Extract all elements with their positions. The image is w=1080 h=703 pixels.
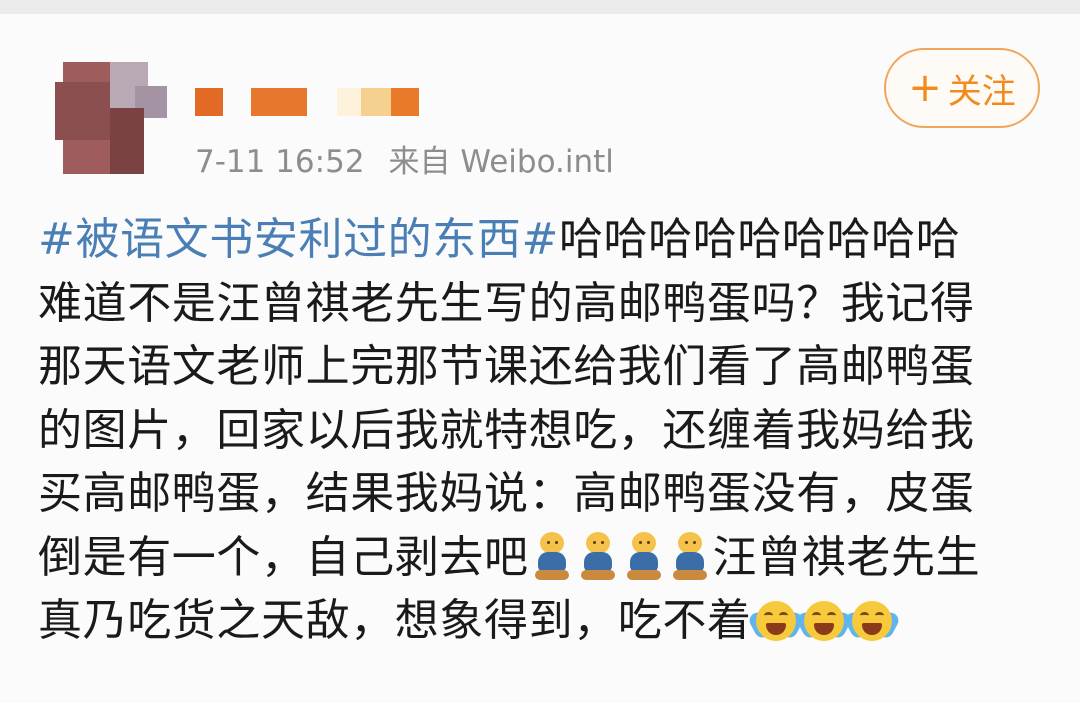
follow-button[interactable]: + 关注: [884, 48, 1040, 128]
hashtag-link[interactable]: #被语文书安利过的东西#: [38, 214, 559, 265]
username-pixelated[interactable]: [195, 88, 425, 116]
post-body: #被语文书安利过的东西#哈哈哈哈哈哈哈哈哈 难道不是汪曾祺老先生写的高邮鸭蛋吗？…: [38, 208, 1048, 653]
doge-bear-emoji: [670, 531, 710, 580]
laugh-cry-emoji: [746, 599, 805, 643]
plus-icon: +: [908, 65, 942, 111]
doge-bear-emoji: [578, 531, 618, 580]
top-edge: [0, 0, 1080, 14]
post-timestamp: 7-11 16:52: [195, 144, 365, 180]
post-line-5: 买高邮鸭蛋，结果我妈说：高邮鸭蛋没有，皮蛋: [38, 468, 975, 519]
doge-bear-emoji: [624, 531, 664, 580]
post-line-7: 真乃吃货之天敌，想象得到，吃不着: [38, 589, 1048, 653]
post-line-6: 倒是有一个，自己剥去吧 汪曾祺老先生: [38, 526, 1048, 590]
post-text-segment: 真乃吃货之天敌，想象得到，吃不着: [38, 595, 752, 646]
post-text-segment: 汪曾祺老先生: [712, 531, 981, 583]
post-meta: 7-11 16:52 来自 Weibo.intl: [195, 136, 614, 181]
follow-button-label: 关注: [947, 71, 1016, 112]
avatar[interactable]: [55, 62, 167, 174]
doge-bear-emoji: [532, 531, 572, 580]
post-text-segment: 倒是有一个，自己剥去吧: [38, 531, 529, 583]
post-text-segment: 哈哈哈哈哈哈哈哈哈: [558, 214, 961, 265]
post-source[interactable]: 来自 Weibo.intl: [389, 144, 614, 180]
post-line-4: 的图片，回家以后我就特想吃，还缠着我妈给我: [38, 404, 975, 456]
post-line-2: 难道不是汪曾祺老先生写的高邮鸭蛋吗？我记得: [38, 277, 975, 329]
post-line-3: 那天语文老师上完那节课还给我们看了高邮鸭蛋: [38, 341, 975, 392]
laugh-cry-emoji: [842, 599, 901, 643]
post-line-1: #被语文书安利过的东西#哈哈哈哈哈哈哈哈哈: [38, 208, 1048, 272]
laugh-cry-emoji: [794, 599, 853, 643]
